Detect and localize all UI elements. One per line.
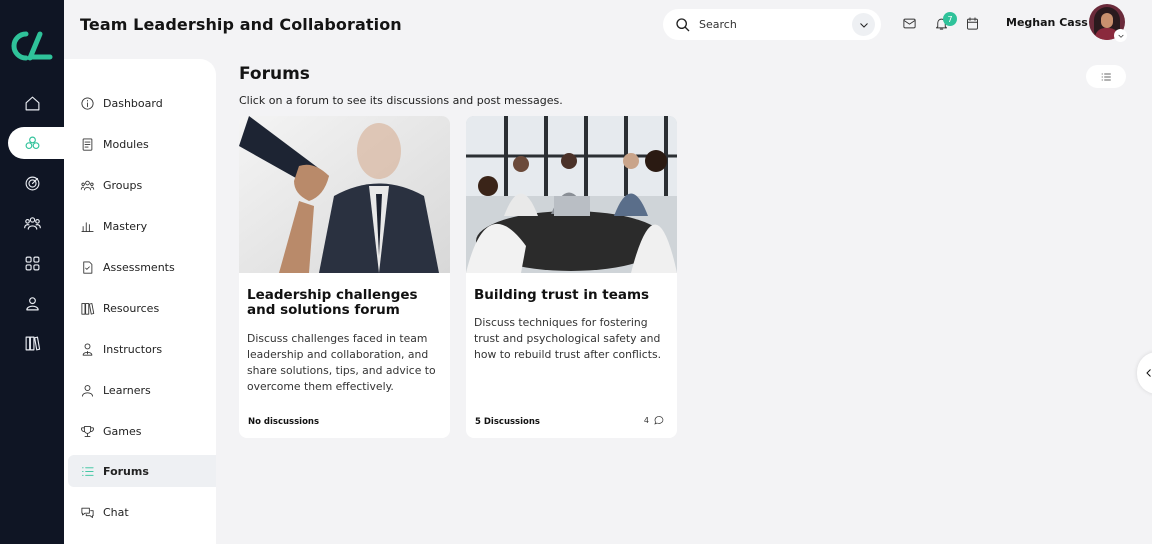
sidebar-item-label: Forums	[103, 464, 149, 478]
search-input[interactable]	[699, 18, 839, 31]
module-icon	[82, 137, 93, 151]
sidebar-item-learners[interactable]: Learners	[68, 374, 216, 406]
forum-card-title: Leadership challenges and solutions foru…	[247, 287, 418, 318]
list-view-icon	[1101, 73, 1111, 80]
rail-target-icon[interactable]	[20, 171, 44, 195]
reply-count: 4	[644, 414, 665, 426]
sidebar-item-modules[interactable]: Modules	[68, 128, 216, 160]
sidebar-item-games[interactable]: Games	[68, 415, 216, 447]
app-rail	[0, 0, 72, 544]
rail-library-icon[interactable]	[20, 331, 44, 355]
sidebar-item-label: Dashboard	[103, 96, 163, 110]
sidebar-item-groups[interactable]: Groups	[68, 169, 216, 201]
user-name[interactable]: Meghan Cass	[1006, 16, 1088, 29]
discussion-count: 5 Discussions	[475, 417, 540, 427]
forum-card-description: Discuss techniques for fostering trust a…	[474, 316, 662, 361]
sidebar-item-label: Games	[103, 424, 142, 438]
comment-icon	[654, 416, 664, 425]
trophy-icon	[81, 425, 94, 437]
forum-card-title: Building trust in teams	[474, 287, 650, 303]
bar-chart-icon	[81, 221, 94, 232]
collapse-panel-button[interactable]	[1137, 352, 1152, 394]
search-bar[interactable]	[663, 9, 881, 40]
rail-users-icon[interactable]	[20, 211, 44, 235]
app-logo-icon[interactable]	[10, 30, 54, 62]
notification-badge: 7	[943, 12, 957, 26]
sidebar-item-chat[interactable]: Chat	[68, 496, 216, 528]
page-title: Team Leadership and Collaboration	[80, 15, 402, 34]
user-menu-chevron-icon[interactable]	[1114, 29, 1127, 42]
rail-grid-icon[interactable]	[20, 251, 44, 275]
calendar-icon[interactable]	[965, 16, 981, 32]
sidebar-item-instructors[interactable]: Instructors	[68, 333, 216, 365]
search-icon	[676, 17, 690, 31]
forum-card-image	[239, 116, 450, 273]
sidebar-item-label: Chat	[103, 505, 129, 519]
sidebar-item-assessments[interactable]: Assessments	[68, 251, 216, 283]
info-circle-icon	[81, 96, 94, 110]
sidebar-item-forums[interactable]: Forums	[68, 455, 216, 487]
groups-icon	[80, 180, 95, 190]
instructor-icon	[82, 342, 93, 356]
chevron-left-icon	[1146, 369, 1151, 377]
sidebar-item-label: Learners	[103, 383, 151, 397]
forum-card[interactable]: Leadership challenges and solutions foru…	[239, 116, 450, 438]
list-icon	[82, 466, 94, 476]
forum-card[interactable]: Building trust in teams Discuss techniqu…	[466, 116, 677, 438]
books-icon	[81, 302, 95, 315]
forum-card-description: Discuss challenges faced in team leaders…	[247, 332, 436, 393]
rail-user-icon[interactable]	[20, 291, 44, 315]
list-view-toggle-button[interactable]	[1086, 65, 1126, 88]
search-dropdown-button[interactable]	[852, 13, 875, 36]
section-subtitle: Click on a forum to see its discussions …	[239, 94, 563, 107]
rail-modules-icon[interactable]	[20, 131, 44, 155]
sidebar-item-label: Mastery	[103, 219, 148, 233]
sidebar-item-label: Modules	[103, 137, 149, 151]
learners-icon	[82, 384, 93, 397]
section-title: Forums	[239, 64, 310, 84]
sidebar: Dashboard Modules Groups Mastery Assessm…	[64, 59, 216, 544]
chat-icon	[81, 507, 94, 518]
mail-icon[interactable]	[902, 16, 918, 32]
sidebar-item-dashboard[interactable]: Dashboard	[68, 87, 216, 119]
chevron-down-icon	[859, 22, 868, 28]
sidebar-item-label: Assessments	[103, 260, 175, 274]
sidebar-item-mastery[interactable]: Mastery	[68, 210, 216, 242]
discussion-count: No discussions	[248, 417, 320, 427]
forum-card-image	[466, 116, 677, 273]
reply-count-value: 4	[643, 415, 649, 425]
assessment-icon	[83, 260, 93, 274]
sidebar-item-label: Instructors	[103, 342, 163, 356]
rail-home-icon[interactable]	[20, 91, 44, 115]
sidebar-item-label: Groups	[103, 178, 143, 192]
sidebar-item-label: Resources	[103, 301, 160, 315]
sidebar-item-resources[interactable]: Resources	[68, 292, 216, 324]
